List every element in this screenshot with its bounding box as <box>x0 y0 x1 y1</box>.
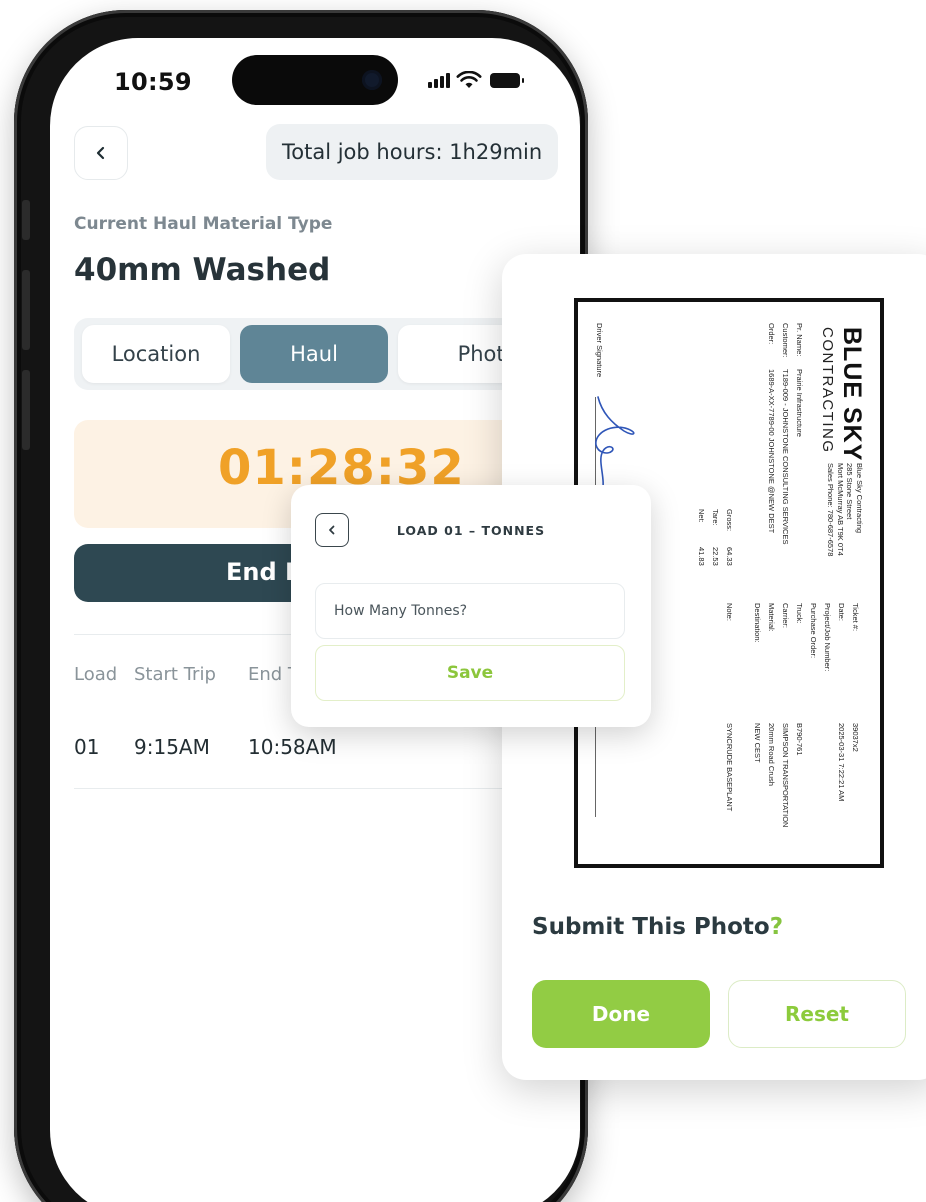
ticket-po-label: Purchase Order: <box>809 603 818 659</box>
column-header-start-trip: Start Trip <box>134 664 216 685</box>
material-type-value: 40mm Washed <box>74 252 331 288</box>
submit-photo-question: Submit This Photo? <box>532 914 783 940</box>
modal-title: LOAD 01 – TONNES <box>396 523 546 538</box>
ticket-carrier: SIMPSON TRANSPORTATION <box>781 723 790 828</box>
phone-side-button <box>22 200 30 240</box>
ticket-net-label: Net: <box>697 509 706 523</box>
ticket-customer: T189-009 - JOHNSTONE CONSULTING SERVICES <box>781 369 790 545</box>
ticket-order: 1689-A-XX-7789-00 JOHNSTONE @NEW DEST <box>767 369 776 534</box>
ticket-number: 39037x2 <box>851 723 860 752</box>
chevron-left-icon <box>96 146 105 160</box>
row-load: 01 <box>74 735 100 759</box>
tab-location[interactable]: Location <box>82 325 230 383</box>
ticket-tare-label: Tare: <box>711 509 720 526</box>
status-icons <box>428 71 524 89</box>
ticket-material-label: Material: <box>767 603 776 632</box>
submit-question-mark: ? <box>769 914 784 940</box>
ticket-note-label: Note: <box>725 603 734 621</box>
material-type-label: Current Haul Material Type <box>74 214 333 234</box>
ticket-signature-label: Driver Signature <box>595 323 604 378</box>
phone-volume-down-button <box>22 370 30 450</box>
ticket-destination: NEW CEST <box>753 723 762 763</box>
ticket-date: 2025-03-31 7:22:21 AM <box>837 723 846 802</box>
ticket-pr-name-label: Pr. Name: <box>795 323 804 357</box>
back-button[interactable] <box>74 126 128 180</box>
row-end-trip: 10:58AM <box>248 735 337 759</box>
wifi-icon <box>456 71 482 88</box>
dynamic-island <box>232 55 398 105</box>
ticket-truck-label: Truck: <box>795 603 804 624</box>
save-button[interactable]: Save <box>315 645 625 701</box>
ticket-number-label: Ticket #: <box>851 603 860 632</box>
tonnes-input[interactable]: How Many Tonnes? <box>315 583 625 639</box>
ticket-address: Blue Sky Contracting 285 Stone Street Mo… <box>826 463 865 557</box>
phone-volume-up-button <box>22 270 30 350</box>
status-time: 10:59 <box>114 68 192 96</box>
row-start-trip: 9:15AM <box>134 735 210 759</box>
ticket-tare: 22.53 <box>711 547 720 566</box>
reset-button[interactable]: Reset <box>728 980 906 1048</box>
tab-haul[interactable]: Haul <box>240 325 388 383</box>
battery-icon <box>490 72 524 88</box>
ticket-note: SYNCRUDE BASEPLANT <box>725 723 734 812</box>
ticket-net: 41.83 <box>697 547 706 566</box>
submit-question-text: Submit This Photo <box>532 914 770 940</box>
ticket-date-label: Date: <box>837 603 846 621</box>
ticket-truck: B790-761 <box>795 723 804 756</box>
ticket-gross-label: Gross: <box>725 509 734 532</box>
tonnes-modal: LOAD 01 – TONNES How Many Tonnes? Save <box>291 485 651 727</box>
ticket-project-label: Project/Job Number: <box>823 603 832 672</box>
ticket-material: 20mm Road Crush <box>767 723 776 786</box>
ticket-order-label: Order: <box>767 323 776 345</box>
column-header-load: Load <box>74 664 118 685</box>
ticket-destination-label: Destination: <box>753 603 762 643</box>
camera-icon <box>362 70 382 90</box>
ticket-brand-sub: CONTRACTING <box>819 327 836 454</box>
done-button[interactable]: Done <box>532 980 710 1048</box>
ticket-pr-name: Prairie Infrastructure <box>795 369 804 437</box>
ticket-gross: 64.33 <box>725 547 734 566</box>
cellular-signal-icon <box>428 72 450 88</box>
total-job-hours-badge: Total job hours: 1h29min <box>266 124 559 180</box>
ticket-customer-label: Customer: <box>781 323 790 358</box>
ticket-brand: BLUE SKY <box>838 327 866 462</box>
ticket-carrier-label: Carrier: <box>781 603 790 629</box>
status-bar: 10:59 <box>50 38 580 128</box>
